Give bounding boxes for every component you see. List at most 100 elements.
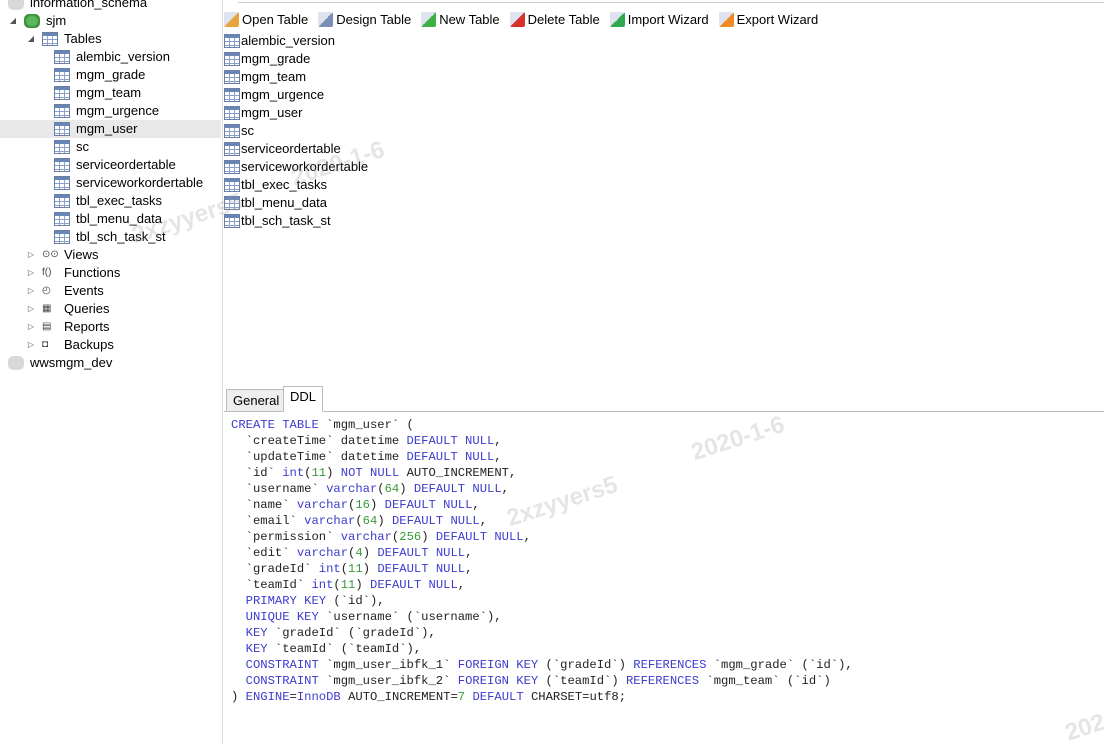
table-icon <box>54 176 70 190</box>
ddl-line: `username` varchar(64) DEFAULT NULL, <box>231 481 853 497</box>
sql-text: , <box>465 562 473 576</box>
button-label: New Table <box>439 11 500 27</box>
object-item[interactable]: sc <box>224 122 368 140</box>
object-item[interactable]: alembic_version <box>224 32 368 50</box>
sql-keyword: CONSTRAINT <box>245 674 319 688</box>
ddl-line: CREATE TABLE `mgm_user` ( <box>231 417 853 433</box>
tree-item-reports[interactable]: ▷ ▤ Reports <box>0 318 221 336</box>
sql-text: `mgm_user` ( <box>318 418 414 432</box>
tree-item-backups[interactable]: ▷ ◘ Backups <box>0 336 221 354</box>
navigation-tree[interactable]: information_schema ◢ sjm ◢ Tables alembic_ver… <box>0 0 223 744</box>
tree-item-serviceordertable[interactable]: serviceordertable <box>0 156 221 174</box>
ddl-line: KEY `teamId` (`teamId`), <box>231 641 853 657</box>
object-item[interactable]: tbl_menu_data <box>224 194 368 212</box>
open-table-button[interactable]: Open Table <box>224 11 308 27</box>
tree-item-queries[interactable]: ▷ ▦ Queries <box>0 300 221 318</box>
tree-item-mgm-user[interactable]: mgm_user <box>0 120 221 138</box>
sql-text: ( <box>355 514 363 528</box>
object-name: sc <box>241 123 254 138</box>
delete-table-button[interactable]: Delete Table <box>509 11 600 27</box>
sql-text: ) <box>362 546 378 560</box>
object-name: tbl_menu_data <box>241 195 328 210</box>
tab-general[interactable]: General <box>226 389 287 412</box>
tree-item-events[interactable]: ▷ ◴ Events <box>0 282 221 300</box>
object-item[interactable]: tbl_exec_tasks <box>224 176 368 194</box>
collapsed-arrow-icon[interactable]: ▷ <box>26 264 36 282</box>
sql-keyword: REFERENCES <box>633 658 707 672</box>
tree-item-tbl-exec-tasks[interactable]: tbl_exec_tasks <box>0 192 221 210</box>
collapsed-arrow-icon[interactable]: ▷ <box>26 282 36 300</box>
new-table-button[interactable]: New Table <box>421 11 500 27</box>
design-table-button[interactable]: Design Table <box>318 11 411 27</box>
collapsed-arrow-icon[interactable]: ▷ <box>26 246 36 264</box>
tree-item-mgm-grade[interactable]: mgm_grade <box>0 66 221 84</box>
sql-text: AUTO_INCREMENT= <box>340 690 458 704</box>
sql-number: 7 <box>457 690 466 704</box>
sql-keyword: DEFAULT NULL <box>435 530 524 544</box>
sql-keyword: DEFAULT NULL <box>406 434 495 448</box>
import-wizard-button[interactable]: Import Wizard <box>609 11 709 27</box>
table-icon <box>224 106 240 120</box>
expanded-arrow-icon[interactable]: ◢ <box>26 30 36 48</box>
tree-item-label: serviceworkordertable <box>76 175 204 190</box>
object-item[interactable]: serviceordertable <box>224 140 368 158</box>
database-green-icon <box>24 14 40 28</box>
collapsed-arrow-icon[interactable]: ▷ <box>26 336 36 354</box>
export-wizard-button[interactable]: Export Wizard <box>718 11 818 27</box>
ddl-line: `name` varchar(16) DEFAULT NULL, <box>231 497 853 513</box>
expanded-arrow-icon[interactable]: ◢ <box>8 12 18 30</box>
tree-item-sjm[interactable]: ◢ sjm <box>0 12 221 30</box>
collapsed-arrow-icon[interactable]: ▷ <box>26 300 36 318</box>
tree-item-wwsmgm-dev[interactable]: wwsmgm_dev <box>0 354 221 372</box>
object-list[interactable]: alembic_version mgm_grade mgm_team mgm_urge… <box>224 32 368 230</box>
object-item[interactable]: mgm_team <box>224 68 368 86</box>
sql-number: 4 <box>355 546 363 560</box>
object-item[interactable]: tbl_sch_task_st <box>224 212 368 230</box>
tree-item-information-schema[interactable]: information_schema <box>0 0 221 12</box>
sql-keyword: DEFAULT NULL <box>370 578 458 592</box>
tree-item-functions[interactable]: ▷ f() Functions <box>0 264 221 282</box>
ddl-line: `gradeId` int(11) DEFAULT NULL, <box>231 561 853 577</box>
table-icon <box>224 196 240 210</box>
table-icon <box>54 68 70 82</box>
sql-number: 11 <box>340 578 356 592</box>
sql-text: `permission` <box>231 530 341 544</box>
sql-text: ( <box>377 482 385 496</box>
tree-item-serviceworkordertable[interactable]: serviceworkordertable <box>0 174 221 192</box>
tree-item-label: Queries <box>64 301 110 316</box>
sql-text: ) <box>231 690 246 704</box>
table-icon <box>54 122 70 136</box>
sql-text: ) <box>326 466 341 480</box>
table-icon <box>224 34 240 48</box>
ddl-code: CREATE TABLE `mgm_user` ( `createTime` d… <box>231 417 853 705</box>
tree-item-tbl-sch-task-st[interactable]: tbl_sch_task_st <box>0 228 221 246</box>
object-name: mgm_grade <box>241 51 311 66</box>
sql-text: , <box>457 578 466 592</box>
ddl-line: CONSTRAINT `mgm_user_ibfk_2` FOREIGN KEY… <box>231 673 853 689</box>
table-icon <box>224 142 240 156</box>
tab-ddl[interactable]: DDL <box>283 386 324 412</box>
tree-item-alembic-version[interactable]: alembic_version <box>0 48 221 66</box>
tree-item-mgm-team[interactable]: mgm_team <box>0 84 221 102</box>
tree-item-views[interactable]: ▷ ⊙⊙ Views <box>0 246 221 264</box>
sql-text: AUTO_INCREMENT, <box>399 466 517 480</box>
sql-text: ) <box>355 578 371 592</box>
object-item[interactable]: mgm_urgence <box>224 86 368 104</box>
tree-item-sc[interactable]: sc <box>0 138 221 156</box>
tree-item-tables[interactable]: ◢ Tables <box>0 30 221 48</box>
object-item[interactable]: mgm_grade <box>224 50 368 68</box>
object-item[interactable]: serviceworkordertable <box>224 158 368 176</box>
tree-item-tbl-menu-data[interactable]: tbl_menu_data <box>0 210 221 228</box>
sql-keyword: ENGINE <box>245 690 290 704</box>
object-name: alembic_version <box>241 33 335 48</box>
table-icon <box>54 212 70 226</box>
tree-item-label: serviceordertable <box>76 157 176 172</box>
object-item[interactable]: mgm_user <box>224 104 368 122</box>
tree-item-mgm-urgence[interactable]: mgm_urgence <box>0 102 221 120</box>
sql-text: ) <box>399 482 414 496</box>
sql-text: `edit` <box>231 546 297 560</box>
table-icon <box>54 50 70 64</box>
table-icon <box>224 70 240 84</box>
collapsed-arrow-icon[interactable]: ▷ <box>26 318 36 336</box>
ddl-line: UNIQUE KEY `username` (`username`), <box>231 609 853 625</box>
